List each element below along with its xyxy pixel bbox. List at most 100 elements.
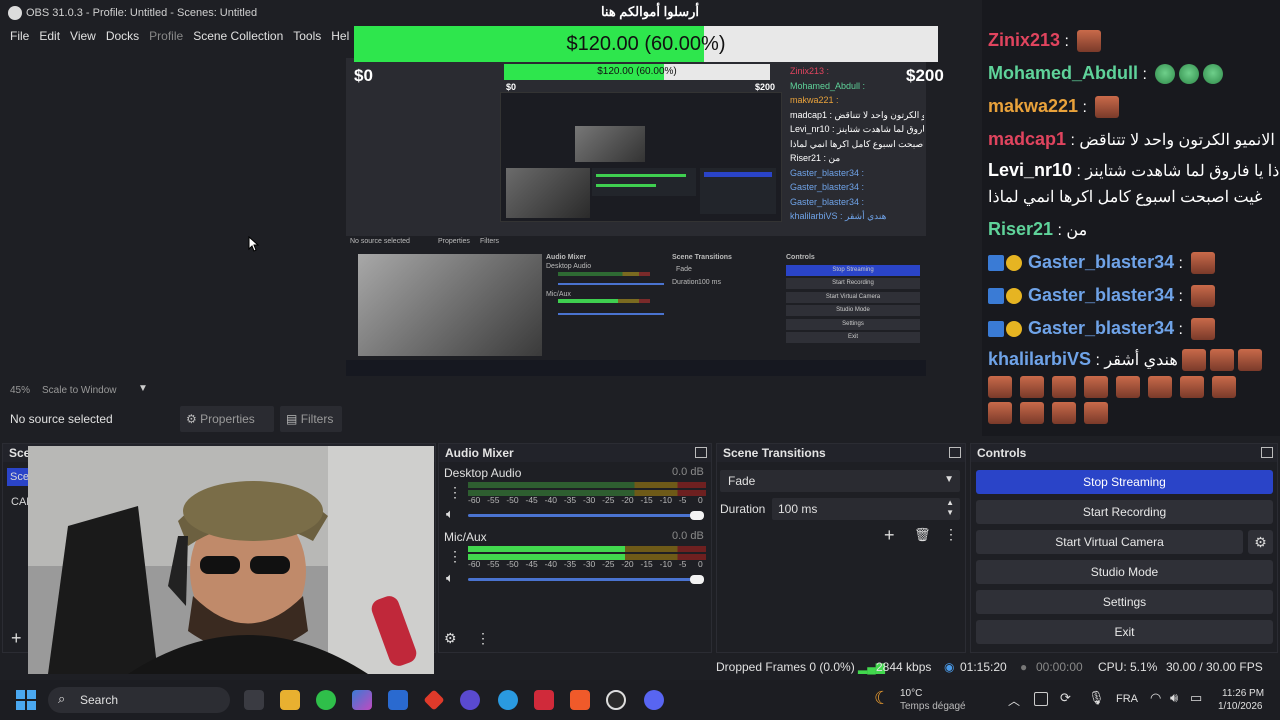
desktop-audio-volume-slider[interactable] (468, 514, 704, 517)
mic-aux-volume-slider[interactable] (468, 578, 704, 581)
store-icon[interactable] (388, 690, 408, 710)
desktop-audio-volume-knob[interactable] (690, 511, 704, 520)
taskbar-search[interactable]: ⌕ Search (48, 687, 230, 713)
trash-icon[interactable]: 🗑︎ (914, 527, 931, 543)
undock-icon[interactable] (1261, 447, 1273, 458)
task-view-icon[interactable] (244, 690, 264, 710)
scale-mode[interactable]: Scale to Window (42, 385, 116, 396)
menu-help[interactable]: Hel (331, 26, 349, 46)
meter-scale-tick: -15 (640, 559, 653, 569)
mic-aux-volume-knob[interactable] (690, 575, 704, 584)
menu-scene-collection[interactable]: Scene Collection (193, 26, 283, 46)
cpu-usage: CPU: 5.1% (1098, 660, 1158, 674)
tray-chevron-up-icon[interactable]: ︿ (1008, 692, 1020, 709)
transition-select[interactable]: Fade ▼ (720, 470, 960, 492)
meter-scale-tick: -30 (583, 559, 596, 569)
desktop-audio-speaker-icon[interactable]: 🔈︎ (446, 506, 454, 522)
battery-icon[interactable]: ▭ (1190, 690, 1202, 706)
chat-text: غيت اصبحت اسبوع كامل اكرها انمي لماذا (988, 189, 1263, 206)
fps: 30.00 / 30.00 FPS (1166, 660, 1263, 674)
nested-donation-bar: $120.00 (60.00%) (504, 64, 770, 80)
chat-separator: : (1078, 99, 1092, 116)
chat-message: khalilarbiVS : هندي أشقر (988, 349, 1262, 372)
chat-username: Gaster_blaster34 (1028, 318, 1175, 338)
discord-icon[interactable] (644, 690, 664, 710)
chat-separator: : (1174, 288, 1188, 305)
chat-message: makwa221 : (988, 96, 1120, 119)
chat-emote-icon (1212, 376, 1236, 399)
file-explorer-icon[interactable] (280, 690, 300, 710)
subscriber-badge-icon (988, 255, 1004, 272)
chat-username: Levi_nr10 (988, 160, 1073, 180)
no-source-label: No source selected (10, 412, 113, 426)
nested-chat: Zinix213 : Mohamed_Abdull : makwa221 : m… (790, 66, 924, 221)
chat-separator: : (1053, 222, 1067, 239)
chat-username: khalilarbiVS (988, 349, 1092, 369)
meter-scale-tick: -20 (621, 495, 634, 505)
undock-icon[interactable] (695, 447, 707, 458)
edge-icon[interactable] (498, 690, 518, 710)
transition-menu-icon[interactable]: ⋮ (944, 526, 958, 543)
chat-message: Gaster_blaster34 : (988, 252, 1216, 275)
chat-separator: : (1066, 132, 1080, 149)
exit-button[interactable]: Exit (976, 620, 1273, 644)
scale-mode-dropdown-icon[interactable]: ▼ (138, 383, 148, 394)
filters-button[interactable]: ▤ Filters (280, 406, 342, 432)
microphone-icon[interactable]: 🎙︎ (1088, 690, 1105, 706)
subscriber-badge-icon (988, 288, 1004, 305)
meter-scale-tick: 0 (698, 495, 703, 505)
tray-sync-icon[interactable]: ⟳ (1060, 690, 1071, 706)
nested-webcam-large (358, 254, 542, 356)
chat-emote-icon (1084, 402, 1108, 425)
start-recording-button[interactable]: Start Recording (976, 500, 1273, 524)
windows-start-icon[interactable] (16, 690, 36, 710)
stop-streaming-button[interactable]: Stop Streaming (976, 470, 1273, 494)
duration-input[interactable]: 100 ms ▲ ▼ (772, 498, 960, 520)
add-transition-icon[interactable]: + (884, 525, 895, 546)
menu-file[interactable]: File (10, 26, 29, 46)
mic-aux-speaker-icon[interactable]: 🔈︎ (446, 570, 454, 586)
chat-message: madcap1 : الانميو الكرتون واحد لا تتناقض (988, 129, 1275, 150)
menu-docks[interactable]: Docks (106, 26, 139, 46)
app-green-icon[interactable] (316, 690, 336, 710)
menu-tools[interactable]: Tools (293, 26, 321, 46)
settings-button[interactable]: Settings (976, 590, 1273, 614)
chat-app-icon[interactable] (460, 690, 480, 710)
menu-view[interactable]: View (70, 26, 96, 46)
obs-taskbar-icon[interactable] (606, 690, 626, 710)
clock-date[interactable]: 1/10/2026 (1218, 701, 1263, 712)
desktop-audio-menu-icon[interactable]: ⋮ (448, 484, 462, 501)
studio-mode-button[interactable]: Studio Mode (976, 560, 1273, 584)
language-indicator[interactable]: FRA (1116, 693, 1138, 705)
meter-scale-tick: -40 (544, 495, 557, 505)
app-w-icon[interactable] (534, 690, 554, 710)
brave-icon[interactable] (570, 690, 590, 710)
meter-scale-tick: 0 (698, 559, 703, 569)
menu-edit[interactable]: Edit (39, 26, 60, 46)
wifi-icon[interactable]: ◠ (1150, 690, 1161, 706)
volume-icon[interactable]: 🔊︎ (1170, 690, 1178, 706)
virtual-camera-settings-icon[interactable]: ⚙ (1248, 530, 1273, 554)
undock-icon[interactable] (949, 447, 961, 458)
menu-bar: File Edit View Docks Profile Scene Collection… (0, 26, 360, 46)
mic-aux-menu-icon[interactable]: ⋮ (448, 548, 462, 565)
properties-button[interactable]: ⚙ Properties (180, 406, 274, 432)
audio-mixer-menu-icon[interactable]: ⋮ (476, 630, 490, 647)
chat-username: Gaster_blaster34 (1028, 252, 1175, 272)
copilot-icon[interactable] (352, 690, 372, 710)
add-scene-icon[interactable]: + (11, 628, 22, 649)
scene-transitions-title: Scene Transitions (717, 444, 965, 462)
chat-emote-icon (1191, 252, 1216, 275)
clock-time[interactable]: 11:26 PM (1222, 688, 1264, 699)
chat-message: Zinix213 : (988, 30, 1102, 53)
app-red-icon[interactable] (423, 689, 445, 711)
chat-emote-icon (1203, 64, 1224, 85)
stream-icon: ◉ (944, 660, 955, 674)
audio-settings-gear-icon[interactable]: ⚙ (444, 630, 457, 647)
start-virtual-camera-button[interactable]: Start Virtual Camera (976, 530, 1243, 554)
chat-separator: : (1174, 321, 1188, 338)
menu-profile[interactable]: Profile (149, 26, 183, 46)
chat-emote-icon (1179, 64, 1200, 85)
stepper-icon[interactable]: ▲ ▼ (946, 498, 954, 518)
tray-app-icon[interactable] (1034, 692, 1048, 706)
